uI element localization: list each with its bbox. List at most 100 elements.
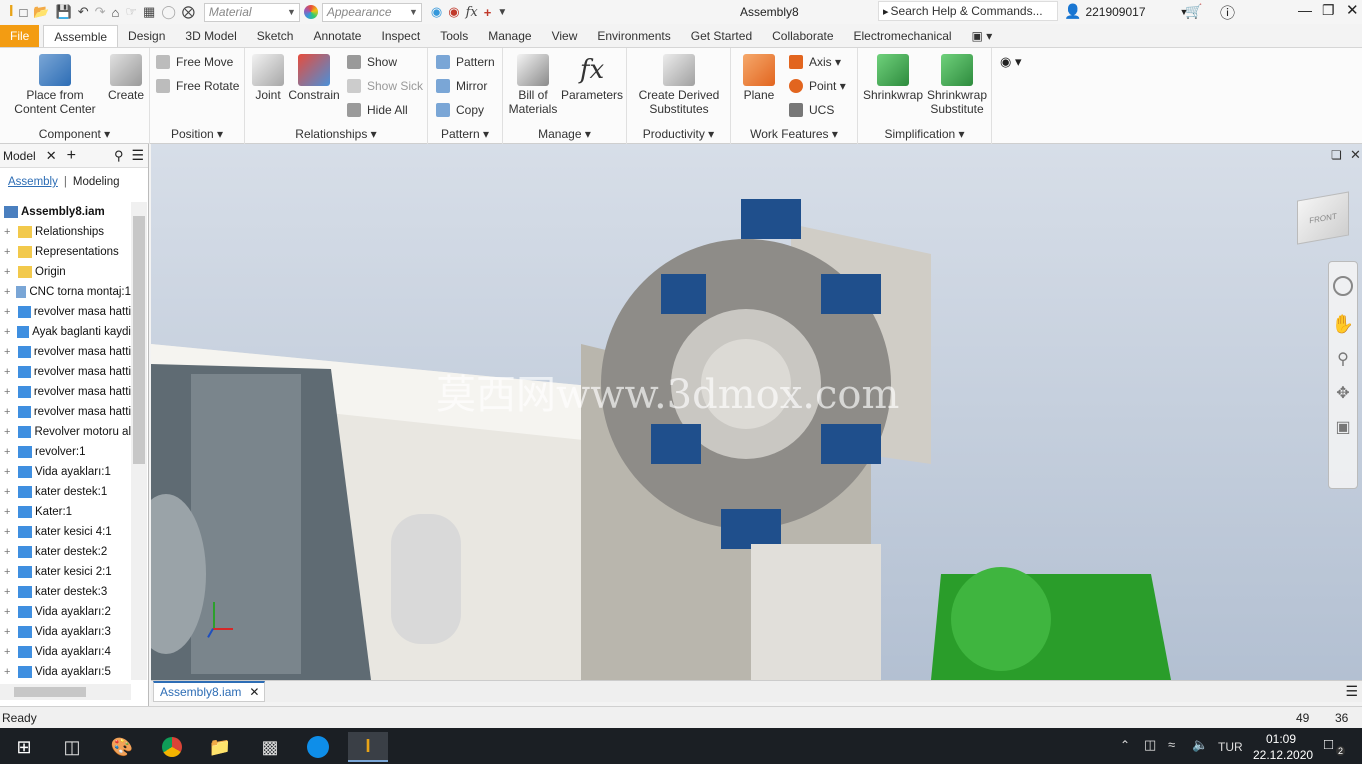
- hide-all-button[interactable]: Hide All: [347, 103, 408, 117]
- shrinkwrap-substitute-button[interactable]: Shrinkwrap Substitute: [924, 54, 990, 116]
- tree-item[interactable]: + Kater:1: [0, 502, 131, 522]
- expand-icon[interactable]: +: [4, 646, 14, 658]
- chrome-icon[interactable]: [152, 732, 192, 762]
- cart-icon[interactable]: 🛒: [1185, 3, 1202, 20]
- tree-item[interactable]: + Vida ayakları:4: [0, 642, 131, 662]
- tab-assemble[interactable]: Assemble: [43, 25, 119, 47]
- pattern-button[interactable]: Pattern: [436, 55, 495, 69]
- pan-icon[interactable]: ✋: [1329, 314, 1357, 335]
- viewport-close-icon[interactable]: ✕: [1350, 147, 1361, 163]
- expand-icon[interactable]: +: [4, 466, 14, 478]
- language-indicator[interactable]: TUR: [1218, 740, 1243, 754]
- tree-item[interactable]: + Vida ayakları:2: [0, 602, 131, 622]
- expand-icon[interactable]: +: [4, 446, 14, 458]
- battery-icon[interactable]: ◫: [1144, 737, 1156, 753]
- menu-icon[interactable]: ☰: [131, 147, 144, 164]
- inventor-taskbar-icon[interactable]: I: [348, 732, 388, 762]
- volume-icon[interactable]: 🔈: [1192, 737, 1208, 753]
- expand-icon[interactable]: +: [4, 426, 14, 438]
- paint-icon[interactable]: 🎨: [102, 732, 142, 762]
- restore-button[interactable]: ❐: [1322, 2, 1335, 19]
- new-icon[interactable]: □: [19, 5, 27, 20]
- shrinkwrap-button[interactable]: Shrinkwrap: [862, 54, 924, 102]
- notification-icon[interactable]: □: [1324, 736, 1333, 753]
- ribbon-options-icon[interactable]: ◉ ▾: [1000, 54, 1021, 70]
- expand-icon[interactable]: +: [4, 286, 12, 298]
- steering-wheel-icon[interactable]: [1333, 276, 1353, 296]
- place-content-center-button[interactable]: Place from Content Center: [8, 54, 102, 116]
- ucs-button[interactable]: UCS: [789, 103, 834, 117]
- inventor-logo-icon[interactable]: I: [9, 3, 13, 21]
- save-icon[interactable]: 💾: [56, 4, 72, 20]
- tree-item[interactable]: + Origin: [0, 262, 131, 282]
- panel-label[interactable]: Manage ▾: [503, 127, 626, 141]
- file-explorer-icon[interactable]: 📁: [200, 732, 240, 762]
- tree-item[interactable]: + Vida ayakları:1: [0, 462, 131, 482]
- undo-icon[interactable]: ↶: [78, 4, 89, 20]
- start-icon[interactable]: ⊞: [4, 732, 44, 762]
- tab-modeling[interactable]: Modeling: [73, 176, 120, 188]
- measure-icon[interactable]: ◯: [161, 4, 176, 20]
- search-icon[interactable]: ⚲: [114, 148, 124, 164]
- tab-annotate[interactable]: Annotate: [303, 25, 371, 47]
- tree-item[interactable]: + Vida ayakları:5: [0, 662, 131, 682]
- minimize-button[interactable]: —: [1298, 2, 1312, 18]
- graphics-viewport[interactable]: 莫西网www.3dmox.com FRONT ❏ ✕ ✋ ⚲ ✥ ▣: [151, 144, 1362, 680]
- viewport-maximize-icon[interactable]: ❏: [1331, 148, 1342, 162]
- tab-environments[interactable]: Environments: [587, 25, 680, 47]
- expand-icon[interactable]: +: [4, 326, 13, 338]
- panel-label[interactable]: Productivity ▾: [627, 127, 730, 141]
- tab-3d-model[interactable]: 3D Model: [175, 25, 246, 47]
- plus-icon[interactable]: +: [484, 5, 492, 20]
- wifi-icon[interactable]: ≈: [1168, 737, 1175, 752]
- panel-label[interactable]: Relationships ▾: [245, 127, 427, 141]
- fx-icon[interactable]: fx: [466, 5, 478, 20]
- browser-hscrollbar[interactable]: [0, 684, 131, 700]
- tree-item[interactable]: + Revolver motoru al: [0, 422, 131, 442]
- task-view-icon[interactable]: ◫: [52, 732, 92, 762]
- app-icon[interactable]: ▩: [250, 732, 290, 762]
- expand-icon[interactable]: +: [4, 666, 14, 678]
- expand-icon[interactable]: +: [4, 586, 14, 598]
- tab-sketch[interactable]: Sketch: [247, 25, 304, 47]
- bom-button[interactable]: Bill of Materials: [507, 54, 559, 116]
- zoom-icon[interactable]: ⚲: [1329, 349, 1357, 369]
- expand-icon[interactable]: +: [4, 606, 14, 618]
- vscroll-thumb[interactable]: [133, 216, 145, 464]
- tab-electromechanical[interactable]: Electromechanical: [844, 25, 962, 47]
- tree-item[interactable]: + revolver masa hatti: [0, 342, 131, 362]
- browser-title[interactable]: Model: [3, 149, 36, 163]
- hscroll-thumb[interactable]: [14, 687, 86, 697]
- expand-icon[interactable]: +: [4, 366, 14, 378]
- create-derived-button[interactable]: Create Derived Substitutes: [633, 54, 725, 116]
- appearance-override-icon[interactable]: ⨂: [182, 4, 195, 20]
- doc-tab-assembly8[interactable]: Assembly8.iam ✕: [153, 681, 265, 702]
- tab-file[interactable]: File: [0, 25, 40, 47]
- redo-icon[interactable]: ↷: [95, 4, 106, 20]
- tree-item[interactable]: + revolver masa hatti: [0, 382, 131, 402]
- expand-icon[interactable]: +: [4, 406, 14, 418]
- copy-button[interactable]: Copy: [436, 103, 484, 117]
- tree-item[interactable]: + kater destek:1: [0, 482, 131, 502]
- tab-assembly[interactable]: Assembly: [8, 176, 58, 188]
- tab-inspect[interactable]: Inspect: [371, 25, 430, 47]
- tab-menu-icon[interactable]: ☰: [1345, 683, 1358, 700]
- tab-get-started[interactable]: Get Started: [681, 25, 762, 47]
- customize-icon[interactable]: ▼: [497, 7, 507, 18]
- expand-icon[interactable]: +: [4, 506, 14, 518]
- constrain-button[interactable]: Constrain: [287, 54, 341, 102]
- panel-label[interactable]: Work Features ▾: [731, 127, 857, 141]
- show-sick-button[interactable]: Show Sick: [347, 79, 423, 93]
- viewcube[interactable]: FRONT: [1297, 191, 1349, 245]
- tree-item[interactable]: + kater destek:2: [0, 542, 131, 562]
- expand-icon[interactable]: +: [4, 546, 14, 558]
- adjust-icon[interactable]: ◉: [431, 4, 442, 20]
- open-icon[interactable]: 📂: [33, 4, 49, 20]
- tree-item[interactable]: + revolver masa hatti: [0, 362, 131, 382]
- expand-icon[interactable]: +: [4, 486, 14, 498]
- tab-manage[interactable]: Manage: [478, 25, 541, 47]
- tree-item[interactable]: + CNC torna montaj:1: [0, 282, 131, 302]
- tab-design[interactable]: Design: [118, 25, 175, 47]
- tree-item[interactable]: + Representations: [0, 242, 131, 262]
- home-icon[interactable]: ⌂: [112, 5, 120, 20]
